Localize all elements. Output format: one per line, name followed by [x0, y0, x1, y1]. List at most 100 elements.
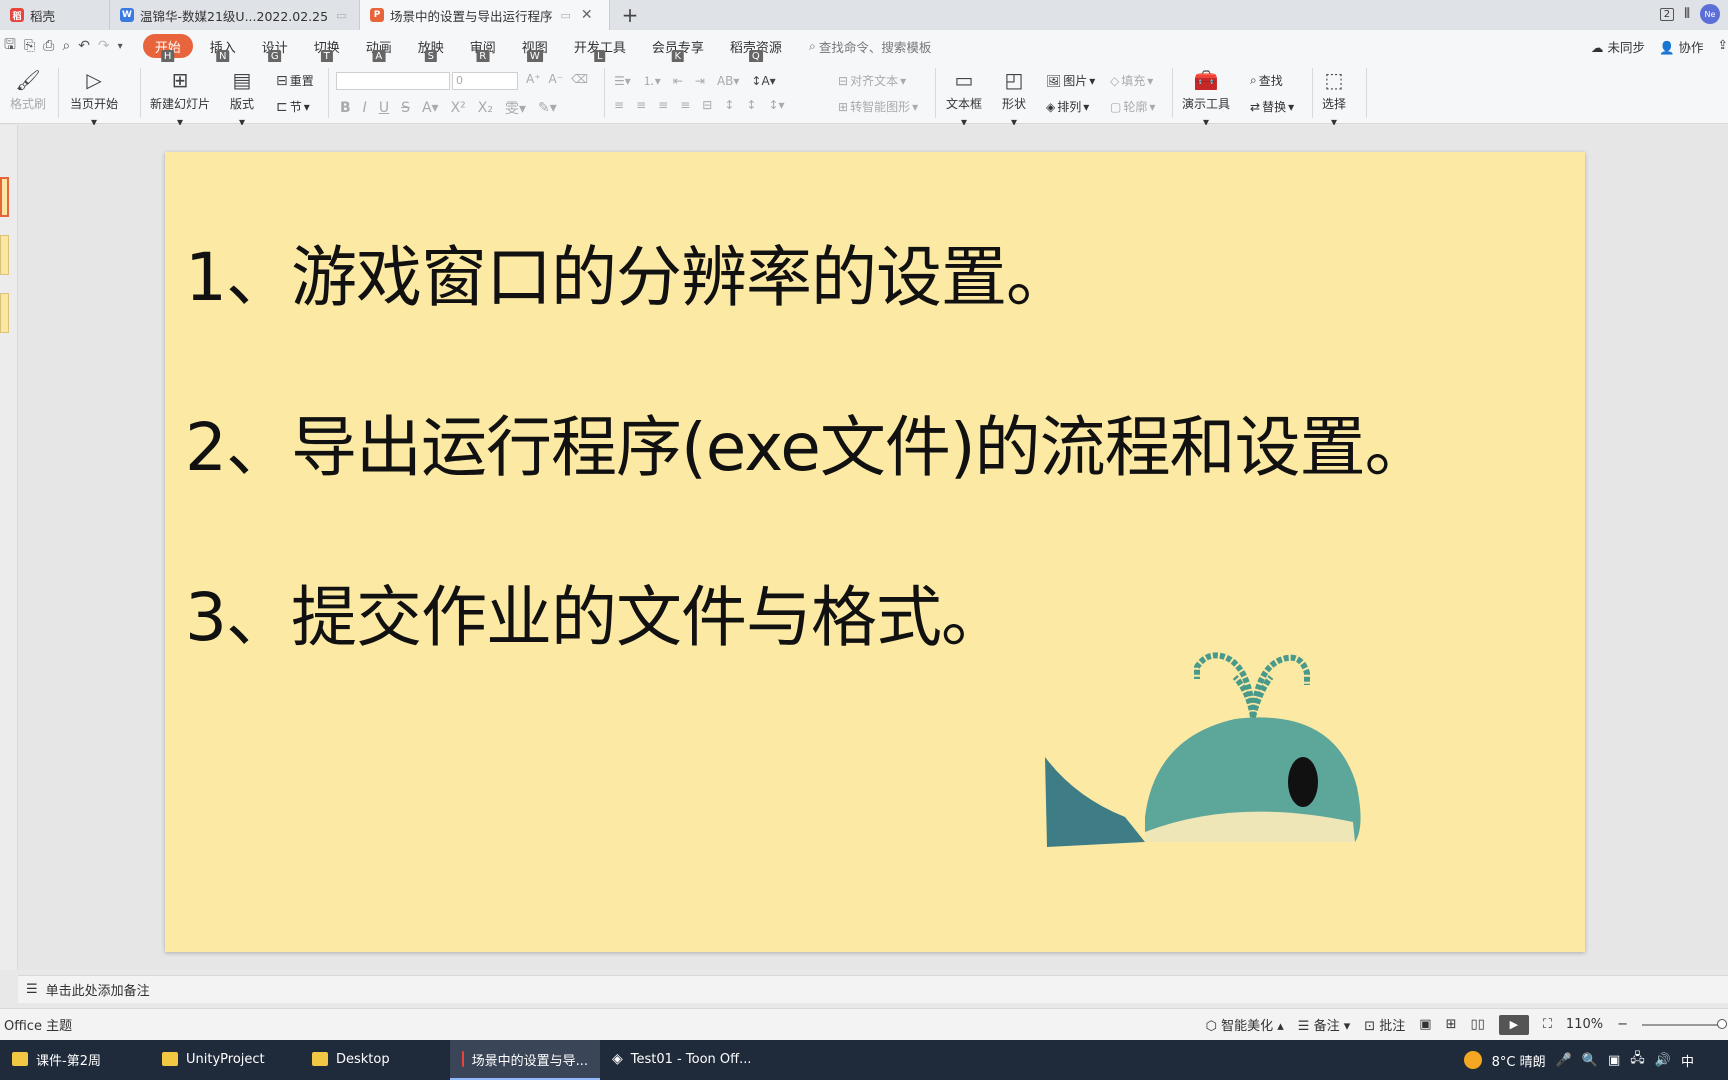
- volume-icon[interactable]: 🔊: [1655, 1053, 1671, 1068]
- network-icon[interactable]: 🖧: [1630, 1049, 1645, 1071]
- close-tab-icon[interactable]: ✕: [581, 7, 593, 23]
- avatar[interactable]: Ne: [1700, 4, 1720, 24]
- textbox-button[interactable]: ▭ 文本框 ▾: [946, 68, 982, 129]
- notes-toggle-button[interactable]: ☰ 备注 ▾: [1298, 1015, 1350, 1034]
- menu-transitions[interactable]: 切换 T: [301, 34, 353, 63]
- slide-thumbnail[interactable]: [0, 235, 9, 275]
- microphone-icon[interactable]: 🎤: [1556, 1053, 1572, 1068]
- highlight-icon[interactable]: ✎▾: [538, 100, 557, 116]
- zoom-knob[interactable]: [1717, 1018, 1727, 1029]
- slide-text-line-1[interactable]: 1、游戏窗口的分辨率的设置。: [185, 224, 1072, 320]
- taskbar-item-courseware[interactable]: 课件-第2周: [0, 1040, 150, 1080]
- menu-review[interactable]: 审阅 R: [457, 34, 509, 63]
- monitor-icon[interactable]: ▭: [561, 9, 571, 22]
- font-shrink-icon[interactable]: A⁻: [549, 72, 564, 86]
- menu-slideshow[interactable]: 放映 S: [405, 34, 457, 63]
- bold-icon[interactable]: B: [340, 100, 351, 116]
- phonetic-icon[interactable]: 雯▾: [505, 98, 526, 118]
- reset-button[interactable]: ⊟ 重置: [276, 72, 314, 89]
- tab-docer[interactable]: 稻 稻壳: [0, 0, 110, 30]
- bullet-list-icon[interactable]: ☰▾: [614, 74, 631, 88]
- line-spacing-icon[interactable]: ↕A▾: [751, 74, 775, 88]
- zoom-slider[interactable]: [1642, 1018, 1727, 1029]
- indent-icon[interactable]: ⇥: [695, 74, 705, 88]
- convert-smartart-button[interactable]: ⊞ 转智能图形 ▾: [838, 98, 918, 115]
- layout-button[interactable]: ▤ 版式 ▾: [230, 68, 254, 129]
- underline-icon[interactable]: U: [379, 100, 389, 116]
- redo-icon[interactable]: ↷: [98, 38, 110, 54]
- taskbar-item-wps[interactable]: 场景中的设置与导...: [450, 1040, 600, 1080]
- taskbar-item-desktop[interactable]: Desktop: [300, 1040, 450, 1080]
- slide-canvas[interactable]: 1、游戏窗口的分辨率的设置。 2、导出运行程序(exe文件)的流程和设置。 3、…: [165, 152, 1585, 952]
- new-tab-button[interactable]: +: [610, 0, 650, 30]
- ime-indicator[interactable]: 中: [1681, 1051, 1694, 1070]
- reading-view-icon[interactable]: ▯▯: [1471, 1017, 1485, 1032]
- save-icon[interactable]: 🖫: [4, 34, 16, 58]
- shape-button[interactable]: ◰ 形状 ▾: [1002, 68, 1026, 129]
- fill-button[interactable]: ◇ 填充 ▾: [1110, 72, 1153, 89]
- customize-dropdown-icon[interactable]: ▾: [118, 41, 123, 52]
- outdent-icon[interactable]: ⇤: [673, 74, 683, 88]
- sync-status[interactable]: ☁ 未同步: [1591, 37, 1645, 56]
- arrange-button[interactable]: ◈ 排列 ▾: [1046, 98, 1089, 115]
- taskbar-item-unity[interactable]: ◈ Test01 - Toon Off...: [600, 1040, 750, 1080]
- text-direction-icon[interactable]: AB▾: [717, 74, 739, 88]
- search-tray-icon[interactable]: 🔍: [1582, 1053, 1598, 1068]
- section-button[interactable]: ⊏ 节 ▾: [276, 98, 310, 115]
- tab-word-doc[interactable]: W 温锦华-数媒21级U...2022.02.25 ▭: [110, 0, 360, 30]
- library-icon[interactable]: ⫴: [1684, 6, 1690, 22]
- slide-thumbnail[interactable]: [0, 177, 9, 217]
- slide-sorter-icon[interactable]: ⊞: [1446, 1017, 1457, 1032]
- print-icon[interactable]: ⎙: [43, 38, 54, 54]
- replace-button[interactable]: ⇄ 替换 ▾: [1250, 98, 1294, 115]
- menu-animation[interactable]: 动画 A: [353, 34, 405, 63]
- menu-design[interactable]: 设计 G: [249, 34, 301, 63]
- justify-icon[interactable]: ≡: [680, 98, 690, 112]
- beautify-button[interactable]: ⬡ 智能美化 ▴: [1206, 1015, 1284, 1034]
- font-grow-icon[interactable]: A⁺: [526, 72, 541, 86]
- strikethrough-icon[interactable]: S: [401, 100, 410, 116]
- menu-member[interactable]: 会员专享 K: [639, 34, 717, 63]
- command-search[interactable]: ⌕ 查找命令、搜索模板: [809, 37, 932, 56]
- align-text-button[interactable]: ⊟ 对齐文本 ▾: [838, 72, 906, 89]
- new-slide-button[interactable]: ⊞ 新建幻灯片 ▾: [150, 68, 210, 129]
- collab-button[interactable]: 👤 协作: [1659, 37, 1704, 56]
- weather-text[interactable]: 8°C 晴朗: [1492, 1051, 1546, 1070]
- zoom-out-icon[interactable]: −: [1617, 1017, 1628, 1032]
- distribute-icon[interactable]: ⊟: [702, 98, 712, 112]
- app-tray-icon[interactable]: ▣: [1608, 1053, 1620, 1068]
- print-preview-icon[interactable]: ⌕: [62, 38, 70, 54]
- start-from-current-button[interactable]: ▷ 当页开始 ▾: [70, 68, 118, 129]
- picture-button[interactable]: 🖼 图片 ▾: [1046, 72, 1095, 89]
- menu-home[interactable]: 开始 H: [142, 34, 193, 63]
- font-size-combo[interactable]: 0: [452, 72, 518, 90]
- spacing-dropdown-icon[interactable]: ↕▾: [768, 98, 784, 112]
- notes-pane[interactable]: ☰ 单击此处添加备注: [18, 975, 1728, 1003]
- comments-button[interactable]: ⊡ 批注: [1364, 1015, 1405, 1034]
- outline-button[interactable]: ▢ 轮廓 ▾: [1110, 98, 1155, 115]
- normal-view-icon[interactable]: ▣: [1419, 1017, 1431, 1032]
- numbered-list-icon[interactable]: ⒈▾: [643, 72, 661, 89]
- clear-format-icon[interactable]: ⌫: [571, 72, 588, 86]
- window-count-badge[interactable]: 2: [1659, 7, 1675, 21]
- menu-insert[interactable]: 插入 N: [197, 34, 249, 63]
- line-spacing-more-icon[interactable]: ↕: [746, 98, 756, 112]
- align-right-icon[interactable]: ≡: [658, 98, 668, 112]
- undo-icon[interactable]: ↶: [78, 38, 90, 54]
- slide-thumbnail[interactable]: [0, 293, 9, 333]
- align-center-icon[interactable]: ≡: [636, 98, 646, 112]
- paragraph-spacing-icon[interactable]: ↕: [724, 98, 734, 112]
- menu-developer[interactable]: 开发工具 L: [561, 34, 639, 63]
- font-color-icon[interactable]: A▾: [422, 100, 439, 116]
- slide-text-line-2[interactable]: 2、导出运行程序(exe文件)的流程和设置。: [185, 394, 1431, 490]
- taskbar-item-unityproject[interactable]: UnityProject: [150, 1040, 300, 1080]
- slide-text-line-3[interactable]: 3、提交作业的文件与格式。: [185, 564, 1007, 660]
- export-pdf-icon[interactable]: ⎘: [24, 38, 35, 54]
- present-tools-button[interactable]: 🧰 演示工具 ▾: [1182, 68, 1230, 129]
- share-icon[interactable]: ⇪: [1718, 37, 1728, 56]
- menu-docer-resources[interactable]: 稻壳资源 Q: [717, 34, 795, 63]
- fit-window-icon[interactable]: ⛶: [1543, 1017, 1552, 1032]
- superscript-icon[interactable]: X²: [451, 100, 466, 116]
- zoom-level[interactable]: 110%: [1566, 1017, 1603, 1032]
- play-slideshow-button[interactable]: ▶: [1498, 1014, 1529, 1035]
